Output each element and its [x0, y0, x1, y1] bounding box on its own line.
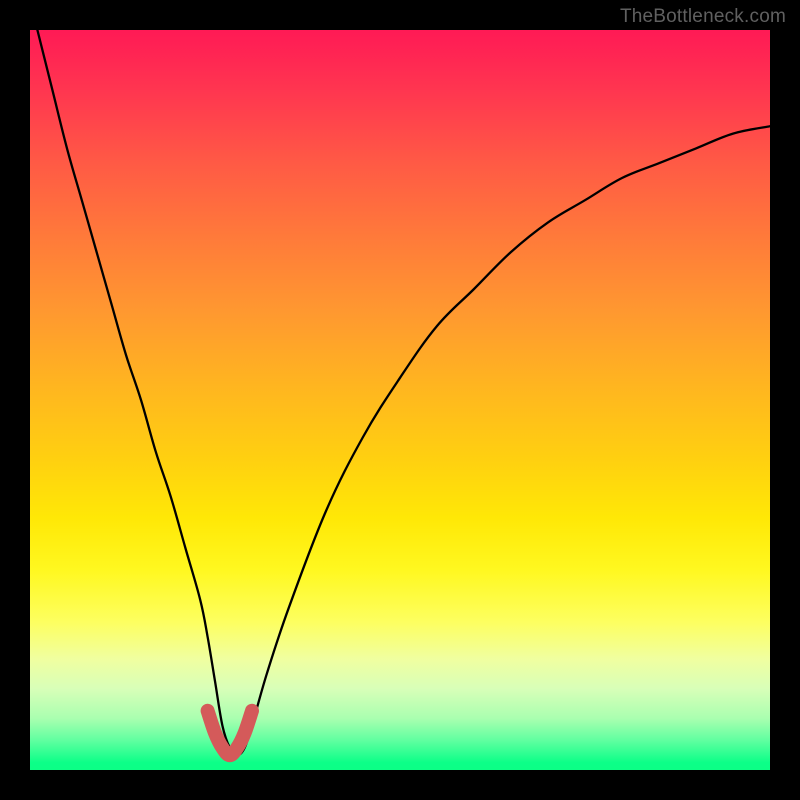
chart-svg	[30, 30, 770, 770]
watermark-text: TheBottleneck.com	[620, 6, 786, 28]
chart-plot-area	[30, 30, 770, 770]
bottleneck-curve	[37, 30, 770, 755]
